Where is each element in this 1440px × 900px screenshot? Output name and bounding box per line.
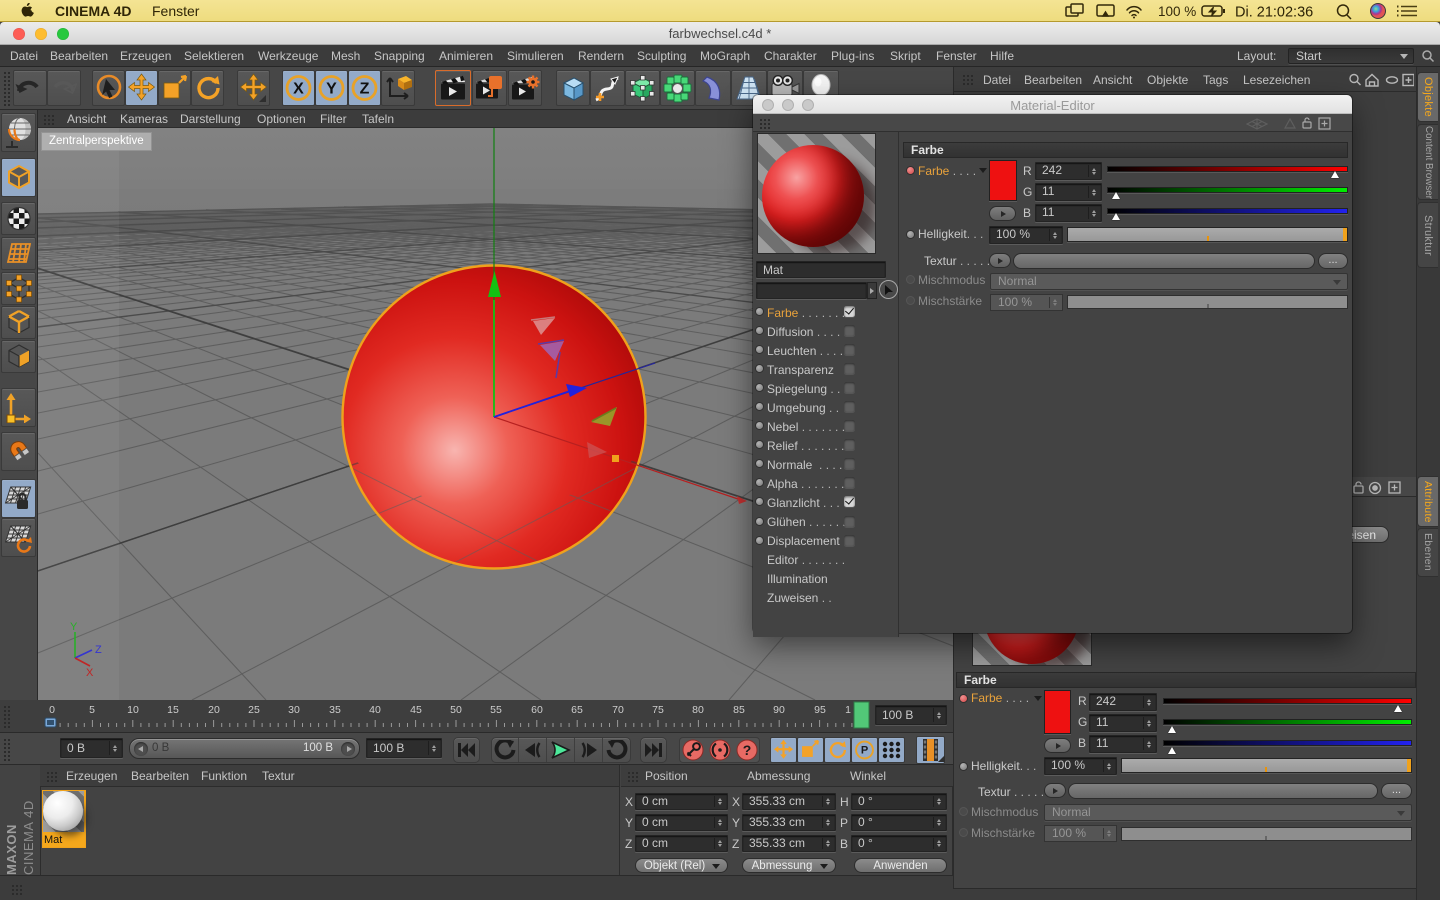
svg-text:25: 25 — [248, 704, 260, 716]
svg-text:20: 20 — [208, 704, 220, 716]
svg-text:15: 15 — [167, 704, 179, 716]
svg-text:95: 95 — [814, 704, 826, 716]
svg-text:?: ? — [743, 742, 752, 758]
svg-text:Di. 21:02:36: Di. 21:02:36 — [1235, 5, 1313, 21]
svg-text:90: 90 — [773, 704, 785, 716]
svg-text:30: 30 — [288, 704, 300, 716]
svg-text:65: 65 — [571, 704, 583, 716]
svg-text:5: 5 — [89, 704, 95, 716]
svg-text:X: X — [86, 667, 94, 679]
svg-text:70: 70 — [612, 704, 624, 716]
svg-text:35: 35 — [329, 704, 341, 716]
svg-text:80: 80 — [692, 704, 704, 716]
svg-text:P: P — [861, 745, 868, 757]
svg-text:Z: Z — [360, 81, 370, 98]
svg-text:55: 55 — [490, 704, 502, 716]
svg-text:1: 1 — [845, 704, 851, 716]
svg-text:Z: Z — [95, 644, 102, 656]
svg-text:60: 60 — [531, 704, 543, 716]
svg-text:75: 75 — [652, 704, 664, 716]
svg-text:Y: Y — [70, 621, 78, 633]
svg-text:100 %: 100 % — [1158, 4, 1196, 19]
svg-text:0: 0 — [49, 704, 55, 716]
svg-text:85: 85 — [733, 704, 745, 716]
svg-text:10: 10 — [127, 704, 139, 716]
svg-text:40: 40 — [369, 704, 381, 716]
svg-text:Y: Y — [326, 81, 337, 98]
svg-text:50: 50 — [450, 704, 462, 716]
svg-text:X: X — [293, 81, 304, 98]
svg-text:45: 45 — [410, 704, 422, 716]
